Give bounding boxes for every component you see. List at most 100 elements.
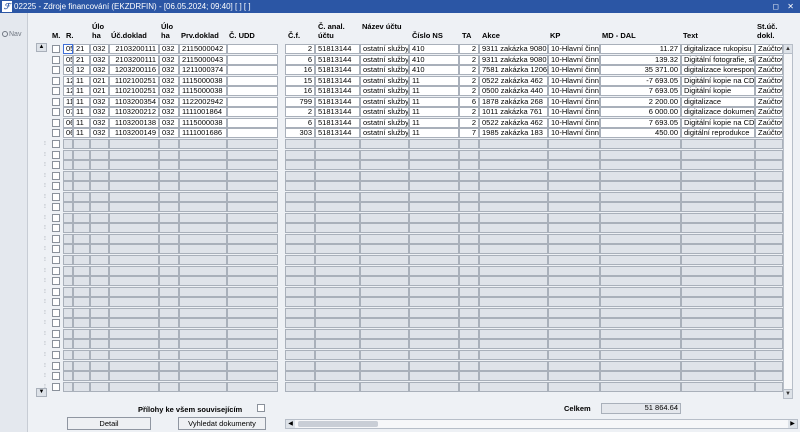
cell-ucdoklad[interactable]: 1103200212: [109, 107, 159, 117]
cell-ucdoklad[interactable]: [109, 150, 159, 160]
cell-uloha[interactable]: [90, 297, 109, 307]
cell-akce[interactable]: 1011 zakázka 761: [479, 107, 548, 117]
cell-r[interactable]: 11: [73, 97, 90, 107]
cell-cudd[interactable]: [227, 150, 278, 160]
cell-ta[interactable]: [459, 382, 479, 392]
cell-ta[interactable]: 6: [459, 97, 479, 107]
cell-kp[interactable]: [548, 139, 600, 149]
cell-r[interactable]: [73, 318, 90, 328]
cell-text[interactable]: Digitální kopie na CD S: [681, 118, 755, 128]
cell-uloha2[interactable]: [159, 266, 179, 276]
hscroll-left-button[interactable]: ◀: [286, 420, 295, 428]
cell-r[interactable]: 21: [73, 44, 90, 54]
cell-text[interactable]: [681, 213, 755, 223]
cell-prvdoklad[interactable]: 1115000038: [179, 118, 227, 128]
cell-stuc[interactable]: [755, 297, 783, 307]
cell-kp[interactable]: [548, 329, 600, 339]
cell-stuc[interactable]: [755, 382, 783, 392]
cell-canal[interactable]: [315, 266, 360, 276]
cell-kp[interactable]: [548, 181, 600, 191]
cell-text[interactable]: [681, 244, 755, 254]
cell-uloha[interactable]: 032: [90, 44, 109, 54]
cell-ta[interactable]: [459, 171, 479, 181]
cell-uloha[interactable]: 032: [90, 55, 109, 65]
cell-cf[interactable]: [285, 202, 315, 212]
row-checkbox[interactable]: [52, 172, 60, 180]
cell-ucdoklad[interactable]: [109, 371, 159, 381]
cell-canal[interactable]: [315, 150, 360, 160]
cell-text[interactable]: digitalizace dokument: [681, 107, 755, 117]
cell-stuc[interactable]: [755, 287, 783, 297]
cell-uloha2[interactable]: [159, 318, 179, 328]
cell-uloha[interactable]: [90, 266, 109, 276]
row-checkbox[interactable]: [52, 319, 60, 327]
window-controls[interactable]: ◻ ✕: [772, 0, 797, 13]
cell-cudd[interactable]: [227, 371, 278, 381]
cell-uloha[interactable]: [90, 213, 109, 223]
row-drag-handle[interactable]: ⁝: [41, 192, 49, 202]
cell-stuc[interactable]: Zaúčtov: [755, 86, 783, 96]
cell-kp[interactable]: [548, 361, 600, 371]
cell-text[interactable]: [681, 266, 755, 276]
cell-akce[interactable]: 9311 zakázka 9080: [479, 55, 548, 65]
cell-canal[interactable]: [315, 361, 360, 371]
attachments-checkbox[interactable]: [257, 404, 265, 412]
row-drag-handle[interactable]: ⁝: [41, 371, 49, 381]
cell-canal[interactable]: 51813144: [315, 44, 360, 54]
cell-cudd[interactable]: [227, 266, 278, 276]
cell-nazev[interactable]: ostatní služby: [360, 55, 409, 65]
cell-akce[interactable]: [479, 308, 548, 318]
cell-cudd[interactable]: [227, 234, 278, 244]
cell-ucdoklad[interactable]: [109, 213, 159, 223]
cell-mddal[interactable]: [600, 223, 681, 233]
cell-stuc[interactable]: [755, 329, 783, 339]
cell-cislons[interactable]: 11: [409, 118, 459, 128]
cell-kp[interactable]: [548, 202, 600, 212]
cell-r[interactable]: [73, 244, 90, 254]
cell-mddal[interactable]: 6 000.00: [600, 107, 681, 117]
cell-mddal[interactable]: 11.27: [600, 44, 681, 54]
cell-cislons[interactable]: 410: [409, 55, 459, 65]
cell-ucdoklad[interactable]: [109, 276, 159, 286]
cell-stuc[interactable]: [755, 244, 783, 254]
cell-cf[interactable]: [285, 139, 315, 149]
cell-akce[interactable]: [479, 350, 548, 360]
cell-cudd[interactable]: [227, 65, 278, 75]
cell-cislons[interactable]: [409, 150, 459, 160]
cell-ucdoklad[interactable]: [109, 234, 159, 244]
cell-uloha2[interactable]: [159, 276, 179, 286]
cell-ta[interactable]: [459, 361, 479, 371]
cell-uloha[interactable]: 021: [90, 76, 109, 86]
cell-m[interactable]: [63, 181, 73, 191]
cell-nazev[interactable]: [360, 223, 409, 233]
cell-prvdoklad[interactable]: [179, 371, 227, 381]
cell-mddal[interactable]: [600, 160, 681, 170]
cell-r[interactable]: [73, 308, 90, 318]
row-drag-handle[interactable]: ⁝: [41, 339, 49, 349]
cell-ta[interactable]: [459, 244, 479, 254]
row-drag-handle[interactable]: ⁝: [41, 329, 49, 339]
cell-uloha[interactable]: [90, 192, 109, 202]
cell-cf[interactable]: [285, 160, 315, 170]
cell-cf[interactable]: [285, 361, 315, 371]
cell-text[interactable]: [681, 318, 755, 328]
row-drag-handle[interactable]: ⁝: [41, 213, 49, 223]
cell-prvdoklad[interactable]: [179, 223, 227, 233]
cell-kp[interactable]: [548, 160, 600, 170]
cell-ta[interactable]: 2: [459, 65, 479, 75]
cell-ta[interactable]: [459, 160, 479, 170]
row-checkbox[interactable]: [52, 351, 60, 359]
cell-uloha[interactable]: [90, 171, 109, 181]
cell-mddal[interactable]: 450.00: [600, 128, 681, 138]
cell-uloha[interactable]: [90, 234, 109, 244]
cell-mddal[interactable]: -7 693.05: [600, 76, 681, 86]
cell-ta[interactable]: [459, 308, 479, 318]
row-checkbox[interactable]: [52, 330, 60, 338]
row-drag-handle[interactable]: ⁝: [41, 308, 49, 318]
cell-uloha2[interactable]: [159, 181, 179, 191]
cell-kp[interactable]: [548, 244, 600, 254]
cell-kp[interactable]: [548, 287, 600, 297]
cell-uloha2[interactable]: [159, 308, 179, 318]
cell-akce[interactable]: [479, 192, 548, 202]
cell-ta[interactable]: [459, 318, 479, 328]
